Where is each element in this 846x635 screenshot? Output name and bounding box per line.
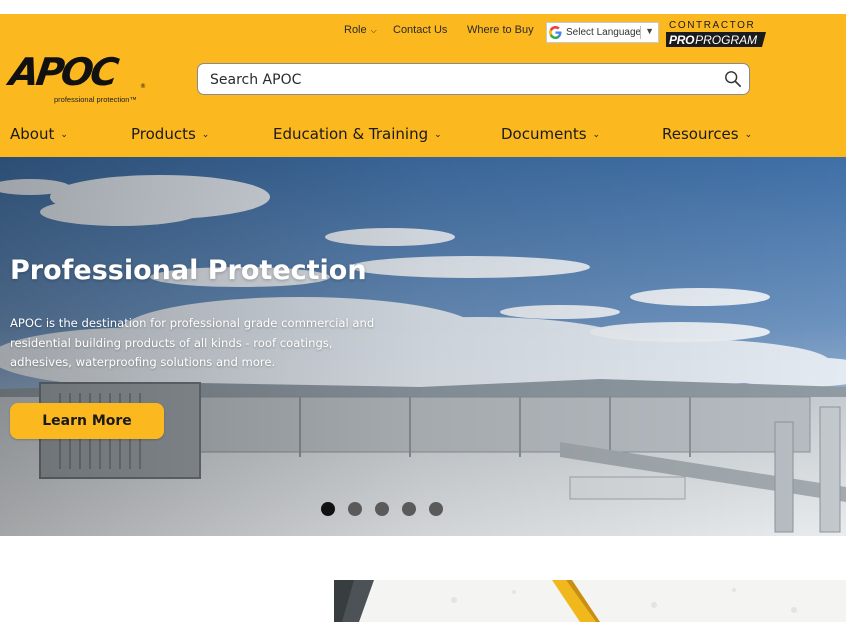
logo-tagline: professional protection™ — [54, 95, 137, 104]
program-text: PROGRAM — [695, 32, 758, 47]
nav-item-resources[interactable]: Resources ⌄ — [662, 125, 752, 143]
where-to-buy-label: Where to Buy — [467, 24, 534, 36]
main-nav: About ⌄ Products ⌄ Education & Training ⌄ D… — [0, 125, 846, 147]
chevron-down-icon: ⌄ — [201, 130, 210, 140]
nav-education-label: Education & Training — [273, 125, 429, 143]
nav-item-documents[interactable]: Documents ⌄ — [501, 125, 600, 143]
nav-about-label: About — [10, 125, 55, 143]
dropdown-arrow-icon: ▼ — [645, 26, 654, 36]
carousel-dot-4[interactable] — [402, 502, 416, 516]
carousel-dot-3[interactable] — [375, 502, 389, 516]
carousel-dot-5[interactable] — [429, 502, 443, 516]
chevron-down-icon: ⌄ — [434, 130, 442, 140]
chevron-down-icon: ⌵ — [370, 26, 377, 35]
carousel-dot-1[interactable] — [321, 502, 335, 516]
contractor-text: CONTRACTOR — [669, 20, 756, 31]
google-g-icon — [549, 26, 562, 39]
nav-item-products[interactable]: Products ⌄ — [131, 125, 209, 143]
hero-description: APOC is the destination for professional… — [10, 316, 375, 370]
carousel-dot-2[interactable] — [348, 502, 362, 516]
language-separator — [640, 26, 641, 39]
hero-banner: Professional Protection APOC is the dest… — [0, 157, 846, 536]
language-selector[interactable]: Select Language ▼ — [546, 22, 659, 43]
pro-text: PRO — [669, 32, 695, 47]
nav-documents-label: Documents — [501, 125, 587, 143]
content-section — [0, 536, 846, 635]
hero-title: Professional Protection — [10, 255, 367, 286]
contact-us-link[interactable]: Contact Us — [393, 24, 447, 36]
apoc-logo[interactable]: APOC ® professional protection™ — [6, 50, 150, 108]
nav-item-education-training[interactable]: Education & Training ⌄ — [273, 125, 442, 143]
chevron-down-icon: ⌄ — [744, 130, 753, 140]
site-header: Role ⌵ Contact Us Where to Buy Select Lan… — [0, 14, 846, 157]
pro-program-bar: PRO PROGRAM — [666, 32, 766, 47]
search-box[interactable] — [197, 63, 750, 95]
language-label: Select Language — [566, 27, 642, 38]
role-dropdown[interactable]: Role ⌵ — [344, 24, 377, 36]
search-icon[interactable] — [724, 70, 742, 88]
utility-nav: Role ⌵ Contact Us Where to Buy Select Lan… — [0, 20, 846, 47]
where-to-buy-link[interactable]: Where to Buy — [467, 24, 534, 36]
chevron-down-icon: ⌄ — [592, 130, 601, 140]
contractor-pro-program-logo[interactable]: CONTRACTOR PRO PROGRAM — [666, 20, 768, 47]
chevron-down-icon: ⌄ — [60, 130, 68, 140]
search-input[interactable] — [210, 70, 710, 90]
nav-item-about[interactable]: About ⌄ — [10, 125, 68, 143]
registered-mark: ® — [140, 83, 146, 90]
role-label: Role — [344, 24, 367, 36]
carousel-dots — [321, 502, 443, 516]
nav-resources-label: Resources — [662, 125, 739, 143]
top-white-strip — [0, 0, 846, 14]
logo-wordmark: APOC — [6, 50, 119, 94]
promo-image — [334, 580, 846, 622]
contact-us-label: Contact Us — [393, 24, 448, 36]
learn-more-button[interactable]: Learn More — [10, 403, 164, 439]
nav-products-label: Products — [131, 125, 196, 143]
